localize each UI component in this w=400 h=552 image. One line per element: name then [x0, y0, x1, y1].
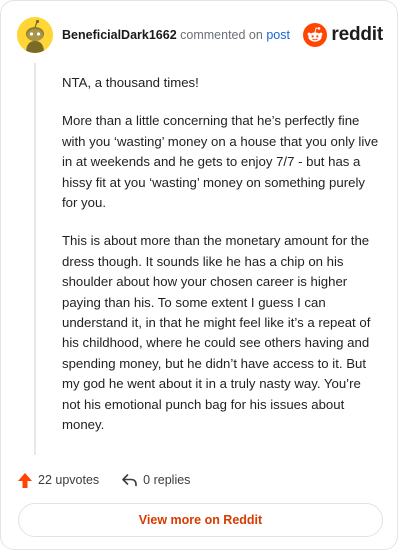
replies-button[interactable]: 0 replies: [121, 472, 190, 488]
snoo-avatar-icon: [17, 17, 53, 53]
comment-paragraph: More than a little concerning that he’s …: [62, 113, 379, 211]
comment-embed-card: BeneficialDark1662 commented on post red…: [0, 0, 398, 550]
reddit-wordmark: reddit: [331, 24, 383, 45]
comment-paragraph: This is about more than the monetary amo…: [62, 233, 371, 433]
post-link[interactable]: post: [266, 28, 290, 42]
comment-body: NTA, a thousand times! More than a littl…: [62, 73, 380, 454]
view-more-button[interactable]: View more on Reddit: [18, 503, 383, 537]
user-avatar[interactable]: [17, 17, 53, 53]
reply-count: 0 replies: [143, 473, 191, 487]
username[interactable]: BeneficialDark1662: [62, 28, 177, 42]
upvote-count: 22 upvotes: [38, 473, 100, 487]
reply-arrow-icon: [122, 474, 137, 487]
comment-paragraph: NTA, a thousand times!: [62, 75, 199, 90]
reddit-logo-icon: [303, 23, 328, 47]
comment-actions: 22 upvotes 0 replies: [17, 469, 190, 491]
comment-header: BeneficialDark1662 commented on post red…: [17, 17, 383, 53]
comment-meta: BeneficialDark1662 commented on post: [62, 28, 303, 42]
upvote-button[interactable]: 22 upvotes: [17, 472, 99, 489]
comment-verb: commented on: [180, 28, 263, 42]
thread-line: [34, 63, 36, 455]
upvote-arrow-icon: [18, 472, 32, 488]
reddit-brand[interactable]: reddit: [303, 23, 383, 47]
